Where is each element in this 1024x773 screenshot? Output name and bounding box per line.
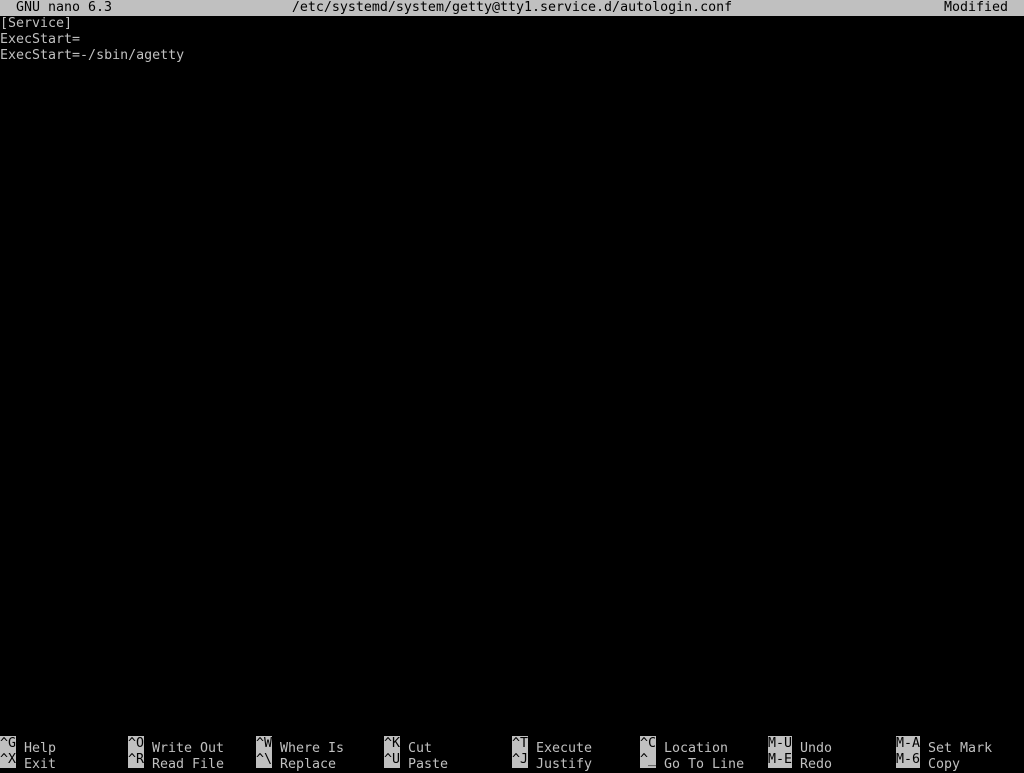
shortcut-label: Redo [800,757,833,772]
shortcut-label: Go To Line [664,757,745,772]
shortcut-label: Justify [536,757,593,772]
shortcut-key: ^X [0,752,17,768]
shortcut-key: ^U [384,752,401,768]
editor-area[interactable]: [Service] ExecStart= ExecStart=-/sbin/ag… [0,16,1024,736]
shortcut-set-mark[interactable]: M-A Set Mark [896,736,992,756]
shortcut-exit[interactable]: ^X Exit [0,752,56,772]
shortcut-justify[interactable]: ^J Justify [512,752,592,772]
shortcut-key: ^T [512,736,529,752]
editor-line[interactable]: ExecStart=-/sbin/agetty [0,48,1024,64]
shortcut-paste[interactable]: ^U Paste [384,752,448,772]
title-bar: /etc/systemd/system/getty@tty1.service.d… [0,0,1024,16]
shortcut-replace[interactable]: ^\ Replace [256,752,336,772]
shortcut-bar: ^G Help ^O Write Out ^W Where Is ^K Cut ^T Ex… [0,736,1024,772]
shortcut-copy[interactable]: M-6 Copy [896,752,960,772]
shortcut-cut[interactable]: ^K Cut [384,736,432,756]
shortcut-key: ^K [384,736,401,752]
shortcut-key: ^W [256,736,273,752]
shortcut-label: Exit [24,757,57,772]
file-path: /etc/systemd/system/getty@tty1.service.d… [291,0,733,15]
shortcut-key: ^J [512,752,529,768]
shortcut-execute[interactable]: ^T Execute [512,736,592,756]
shortcut-key: M-6 [896,752,921,768]
shortcut-location[interactable]: ^C Location [640,736,728,756]
shortcut-go-to-line[interactable]: ^_ Go To Line [640,752,744,772]
shortcut-key: ^G [0,736,17,752]
shortcut-label: Copy [928,757,961,772]
app-name: GNU nano 6.3 [16,0,113,15]
shortcut-row: ^G Help ^O Write Out ^W Where Is ^K Cut ^T Ex… [0,736,1024,756]
shortcut-help[interactable]: ^G Help [0,736,56,756]
shortcut-key: ^R [128,752,145,768]
shortcut-key: ^\ [256,752,273,768]
shortcut-undo[interactable]: M-U Undo [768,736,832,756]
shortcut-read-file[interactable]: ^R Read File [128,752,224,772]
shortcut-key: ^C [640,736,657,752]
shortcut-key: M-A [896,736,921,752]
shortcut-where-is[interactable]: ^W Where Is [256,736,344,756]
editor-line[interactable]: [Service] [0,16,1024,32]
shortcut-write-out[interactable]: ^O Write Out [128,736,224,756]
shortcut-label: Read File [152,757,225,772]
shortcut-row: ^X Exit ^R Read File ^\ Replace ^U Paste ^J J… [0,752,1024,772]
shortcut-label: Paste [408,757,449,772]
shortcut-key: ^_ [640,752,657,768]
shortcut-key: ^O [128,736,145,752]
shortcut-label: Replace [280,757,337,772]
modified-status: Modified [943,0,1008,15]
shortcut-key: M-E [768,752,793,768]
shortcut-redo[interactable]: M-E Redo [768,752,832,772]
editor-line[interactable]: ExecStart= [0,32,1024,48]
shortcut-key: M-U [768,736,793,752]
